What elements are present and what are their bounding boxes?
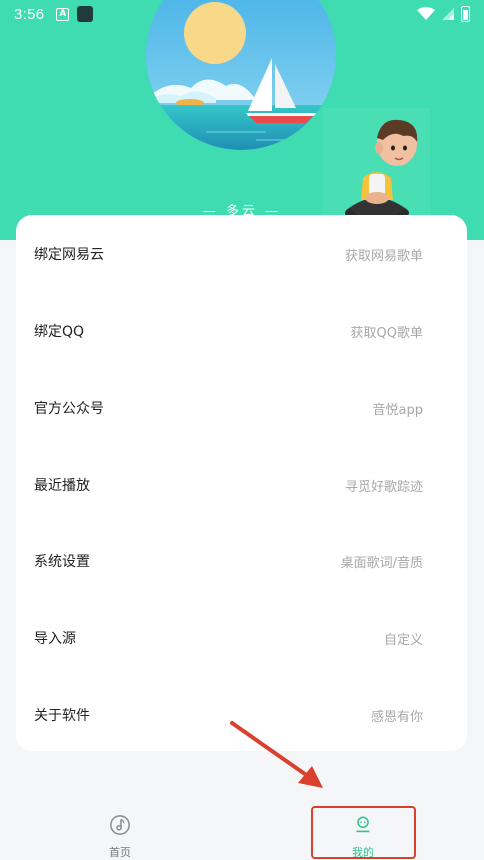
menu-item-about[interactable]: 关于软件 感恩有你 <box>16 695 467 735</box>
signal-icon <box>442 8 454 20</box>
menu-item-label: 官方公众号 <box>34 401 104 417</box>
menu-item-hint: 寻觅好歌踪迹 <box>344 479 423 495</box>
menu-item-hint: 感恩有你 <box>370 709 423 725</box>
menu-item-hint: 音悦app <box>372 402 423 418</box>
menu-item-bind-netease[interactable]: 绑定网易云 获取网易歌单 <box>16 234 467 274</box>
status-bar: 3:56 A <box>0 0 484 28</box>
avatar[interactable] <box>323 108 430 228</box>
tab-home-label: 首页 <box>109 846 131 859</box>
menu-item-label: 系统设置 <box>34 554 90 570</box>
menu-item-system-settings[interactable]: 系统设置 桌面歌词/音质 <box>16 541 467 581</box>
menu-item-bind-qq[interactable]: 绑定QQ 获取QQ歌单 <box>16 311 467 351</box>
annotation-highlight-box <box>311 806 416 859</box>
menu-item-official-account[interactable]: 官方公众号 音悦app <box>16 388 467 428</box>
battery-icon <box>461 6 470 22</box>
menu-item-hint: 桌面歌词/音质 <box>340 555 423 571</box>
menu-item-hint: 自定义 <box>383 632 423 648</box>
menu-item-label: 关于软件 <box>34 708 90 724</box>
app-square-icon <box>77 6 94 22</box>
menu-item-hint: 获取QQ歌单 <box>350 325 423 341</box>
menu-item-recent-play[interactable]: 最近播放 寻觅好歌踪迹 <box>16 465 467 505</box>
menu-item-hint: 获取网易歌单 <box>344 248 423 264</box>
menu-item-label: 绑定QQ <box>34 324 85 340</box>
menu-item-label: 绑定网易云 <box>34 247 104 263</box>
wifi-icon <box>417 7 435 20</box>
a-badge-icon: A <box>56 7 70 21</box>
cartoon-boy-avatar-icon <box>345 119 418 223</box>
menu-item-import-source[interactable]: 导入源 自定义 <box>16 618 467 658</box>
disc-icon <box>110 815 130 835</box>
tab-home[interactable]: 首页 <box>60 800 180 860</box>
status-time: 3:56 <box>14 5 45 23</box>
menu-item-label: 导入源 <box>34 631 76 647</box>
header-banner: — 多云 — <box>0 0 484 240</box>
menu-card: 绑定网易云 获取网易歌单 绑定QQ 获取QQ歌单 官方公众号 音悦app 最近播… <box>16 215 467 751</box>
menu-item-label: 最近播放 <box>34 478 90 494</box>
